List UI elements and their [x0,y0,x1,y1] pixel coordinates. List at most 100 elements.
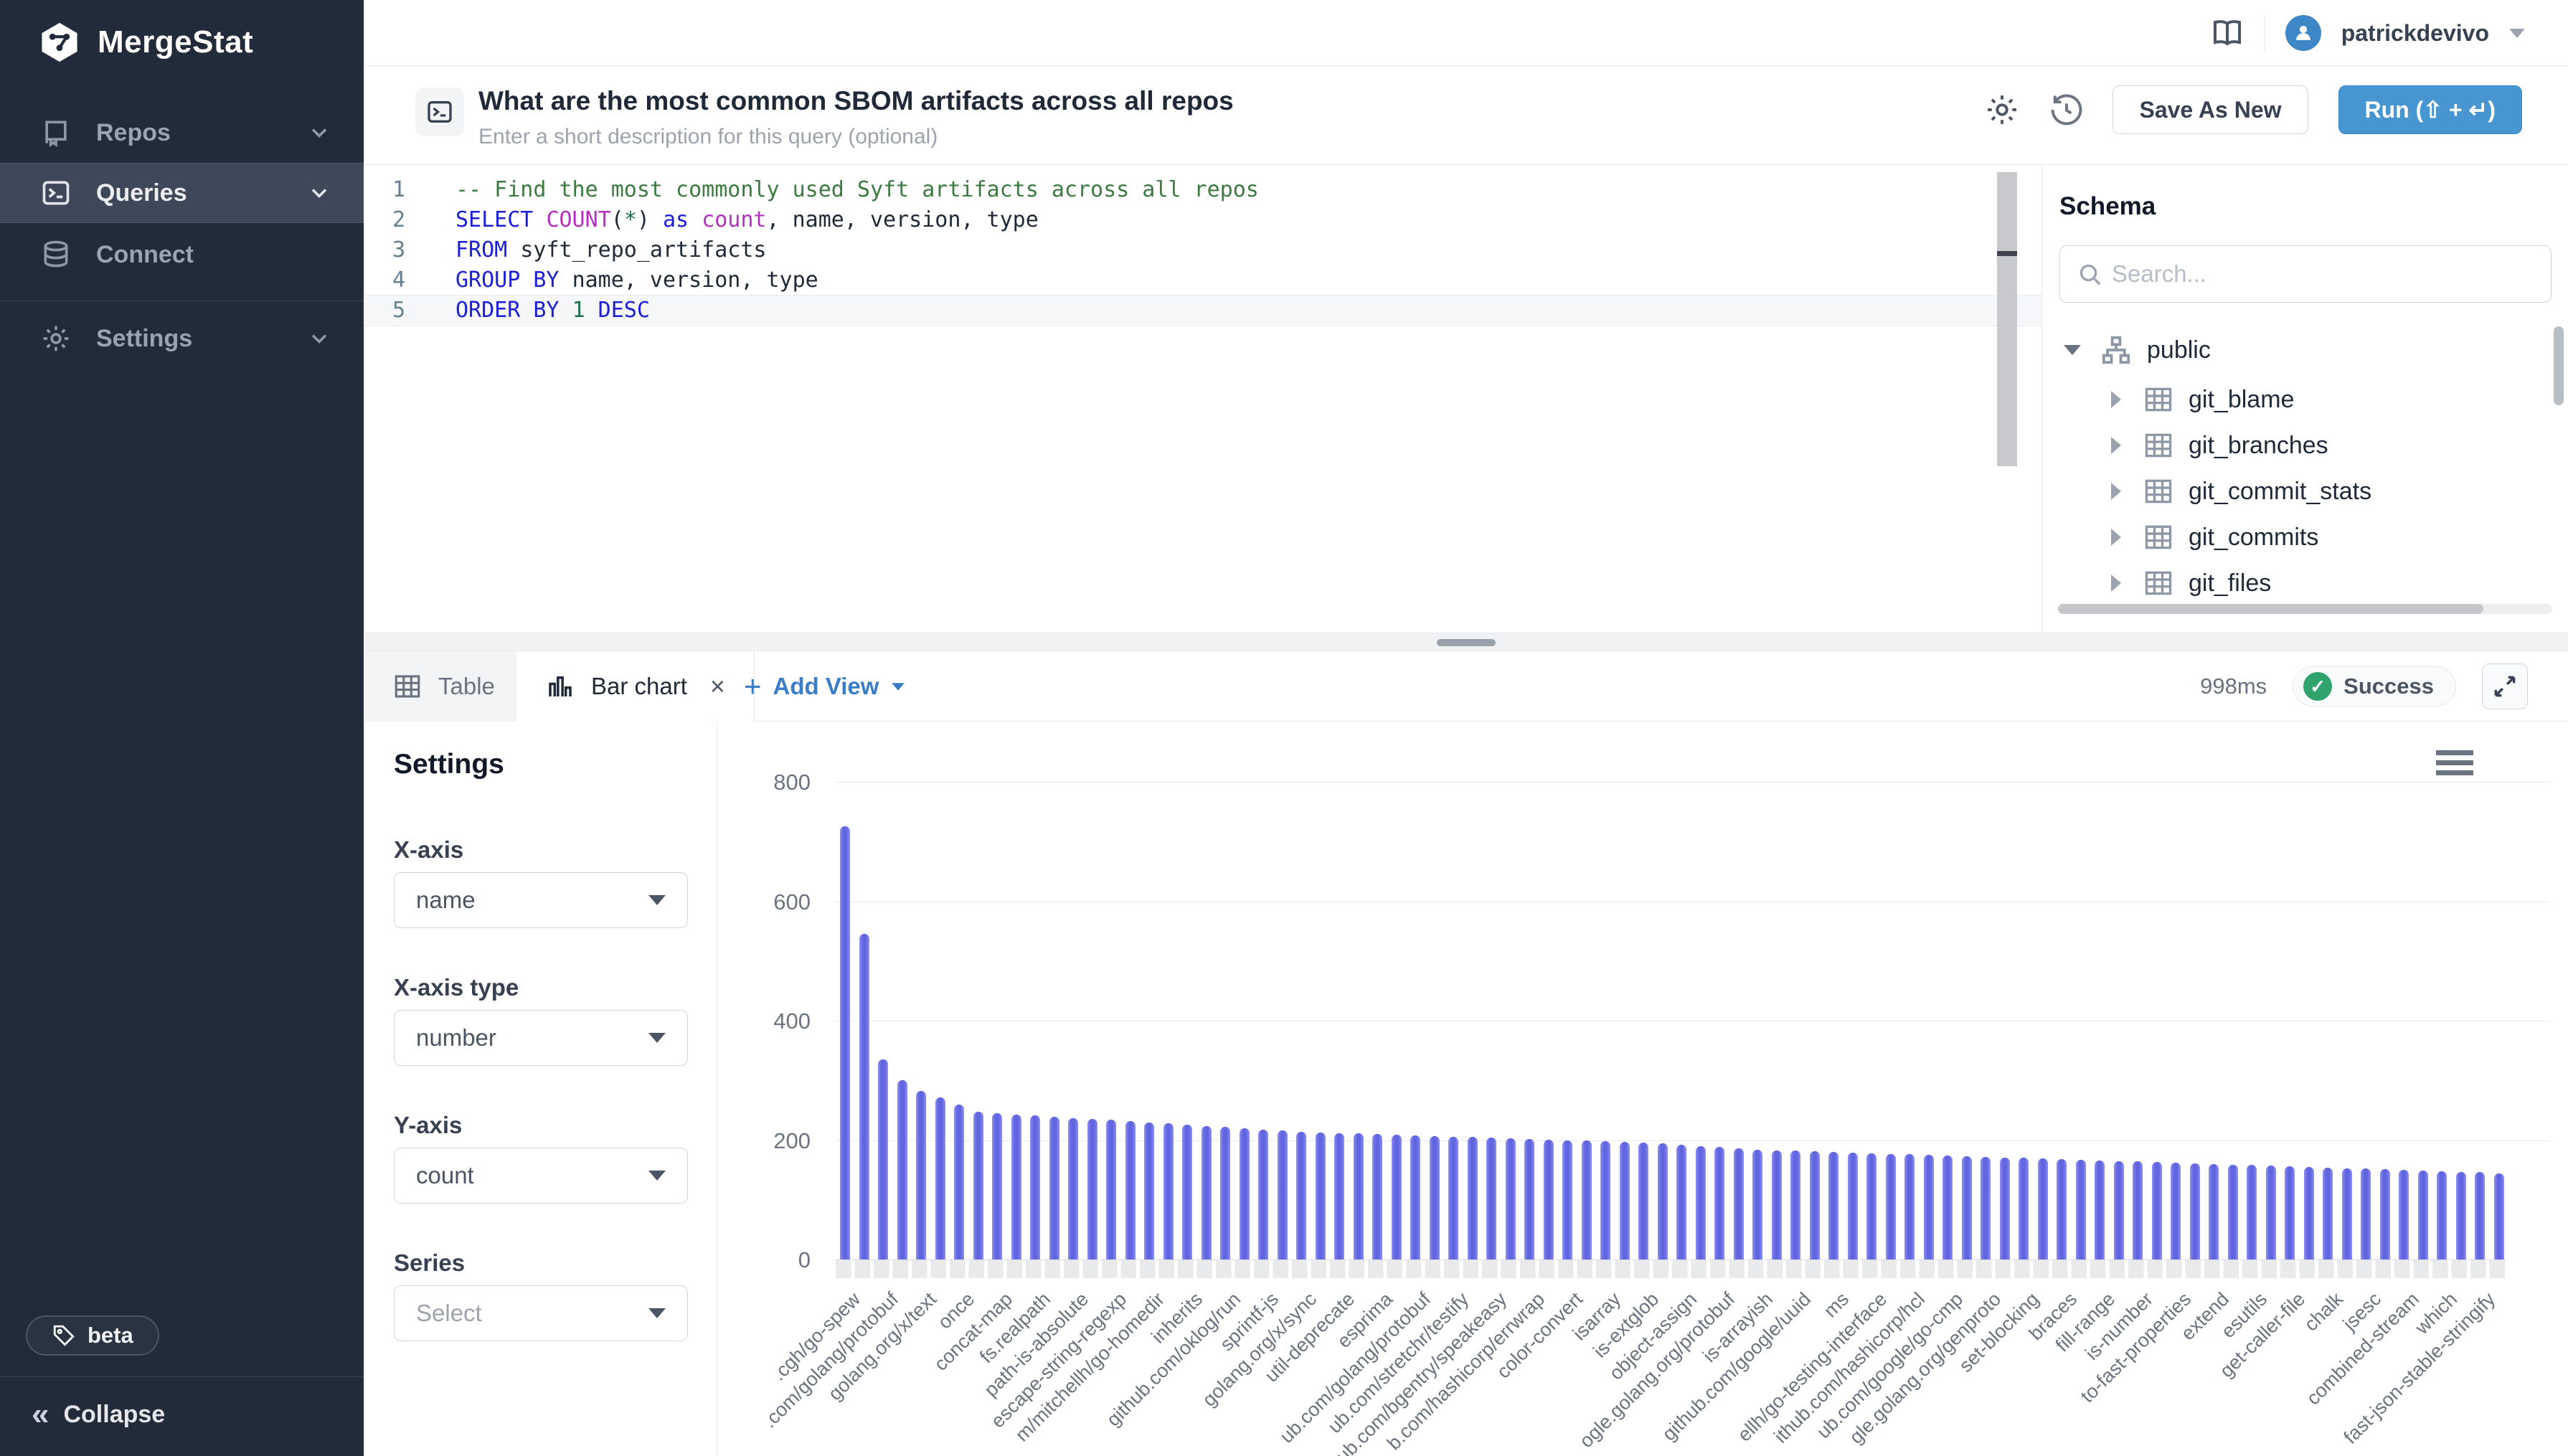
bar[interactable] [2285,1166,2295,1259]
x-axis-type-select[interactable]: number [394,1010,688,1066]
bar[interactable] [954,1105,964,1259]
bar[interactable] [2190,1163,2200,1259]
bar[interactable] [1924,1155,1934,1259]
bar[interactable] [2342,1168,2352,1259]
bar[interactable] [2323,1168,2333,1259]
bar[interactable] [878,1059,888,1259]
bar[interactable] [1296,1132,1306,1259]
bar[interactable] [2304,1167,2314,1259]
bar[interactable] [1240,1128,1250,1259]
bar[interactable] [1144,1122,1154,1259]
bar[interactable] [1828,1152,1838,1259]
code-line[interactable]: 5ORDER BY 1 DESC [364,296,2041,326]
caret-closed-icon[interactable] [2111,529,2121,546]
chart-menu-icon[interactable] [2436,750,2473,780]
bar[interactable] [1886,1154,1896,1259]
bar[interactable] [2000,1158,2010,1259]
docs-book-icon[interactable] [2210,16,2244,50]
bar[interactable] [935,1097,945,1259]
bar[interactable] [1486,1138,1496,1259]
bar[interactable] [1562,1140,1572,1260]
sidebar-item-repos[interactable]: Repos [0,103,364,163]
query-history-icon[interactable] [2048,91,2085,128]
collapse-sidebar-button[interactable]: « Collapse [32,1399,165,1430]
bar[interactable] [2114,1161,2124,1259]
bar[interactable] [1638,1143,1648,1259]
bar[interactable] [1676,1145,1686,1259]
bar[interactable] [1410,1135,1420,1259]
bar[interactable] [1942,1155,1953,1259]
code-line[interactable]: 2SELECT COUNT(*) as count, name, version… [364,205,2041,235]
bar[interactable] [2228,1165,2238,1259]
bar[interactable] [1030,1115,1040,1259]
schema-vertical-scrollbar[interactable] [2554,326,2564,405]
bar[interactable] [2380,1169,2390,1259]
caret-open-icon[interactable] [2064,345,2081,355]
bar[interactable] [2247,1165,2257,1259]
bar[interactable] [1182,1125,1192,1259]
editor-scrollbar[interactable] [1997,172,2017,466]
schema-horizontal-scrollbar-thumb[interactable] [2058,604,2483,614]
bar[interactable] [1163,1123,1174,1259]
schema-table-git-files[interactable]: git_files [2111,567,2271,599]
bar[interactable] [1258,1130,1268,1259]
bar[interactable] [1430,1136,1440,1259]
schema-horizontal-scrollbar[interactable] [2058,604,2552,614]
expand-results-button[interactable] [2482,663,2528,709]
bar[interactable] [1354,1133,1364,1259]
save-as-new-button[interactable]: Save As New [2113,85,2308,134]
code-line[interactable]: 4GROUP BY name, version, type [364,265,2041,296]
bar[interactable] [897,1080,907,1259]
bar[interactable] [1790,1150,1800,1259]
bar[interactable] [2361,1168,2371,1259]
schema-table-git-commit-stats[interactable]: git_commit_stats [2111,476,2371,507]
bar[interactable] [1278,1130,1288,1259]
schema-table-git-commits[interactable]: git_commits [2111,521,2318,553]
schema-node-public[interactable]: public [2064,334,2211,367]
bar[interactable] [2418,1171,2428,1259]
bar[interactable] [2152,1162,2162,1259]
bar[interactable] [1068,1118,1078,1259]
bar[interactable] [1620,1142,1630,1259]
close-tab-icon[interactable]: × [710,671,725,701]
query-title[interactable]: What are the most common SBOM artifacts … [478,86,1234,116]
bar[interactable] [859,934,869,1259]
bar[interactable] [1448,1137,1458,1259]
bar[interactable] [1600,1141,1610,1259]
caret-closed-icon[interactable] [2111,575,2121,592]
bar[interactable] [1334,1133,1344,1259]
query-description-input[interactable] [478,125,1483,149]
sql-editor[interactable]: 1-- Find the most commonly used Syft art… [364,165,2041,633]
sidebar-item-queries[interactable]: Queries [0,163,364,223]
run-query-button[interactable]: Run (⇧ + ↵) [2338,85,2523,134]
username[interactable]: patrickdevivo [2341,20,2489,47]
bar[interactable] [1582,1140,1592,1259]
bar[interactable] [1087,1119,1097,1259]
add-view-button[interactable]: + Add View [744,651,906,722]
caret-closed-icon[interactable] [2111,483,2121,500]
bar[interactable] [1544,1140,1554,1259]
bar[interactable] [2456,1172,2466,1259]
bar[interactable] [2076,1160,2086,1259]
bar[interactable] [1125,1121,1136,1259]
app-logo[interactable]: MergeStat [37,20,253,65]
avatar[interactable] [2285,15,2321,51]
y-axis-select[interactable]: count [394,1148,688,1204]
bar[interactable] [2266,1166,2276,1259]
bar[interactable] [1848,1153,1858,1259]
bar[interactable] [992,1113,1002,1259]
bar[interactable] [1506,1138,1516,1259]
bar[interactable] [2399,1170,2409,1259]
bar[interactable] [1011,1115,1021,1259]
bar[interactable] [1468,1137,1478,1259]
bar[interactable] [1220,1127,1230,1259]
bar[interactable] [1372,1134,1382,1259]
series-select[interactable]: Select [394,1285,688,1341]
bar[interactable] [1202,1126,1212,1259]
bar[interactable] [2038,1158,2048,1259]
bar[interactable] [2133,1161,2143,1259]
bar[interactable] [2019,1158,2029,1259]
bar[interactable] [1658,1143,1668,1259]
bar[interactable] [1106,1120,1116,1259]
bar[interactable] [1866,1153,1877,1259]
